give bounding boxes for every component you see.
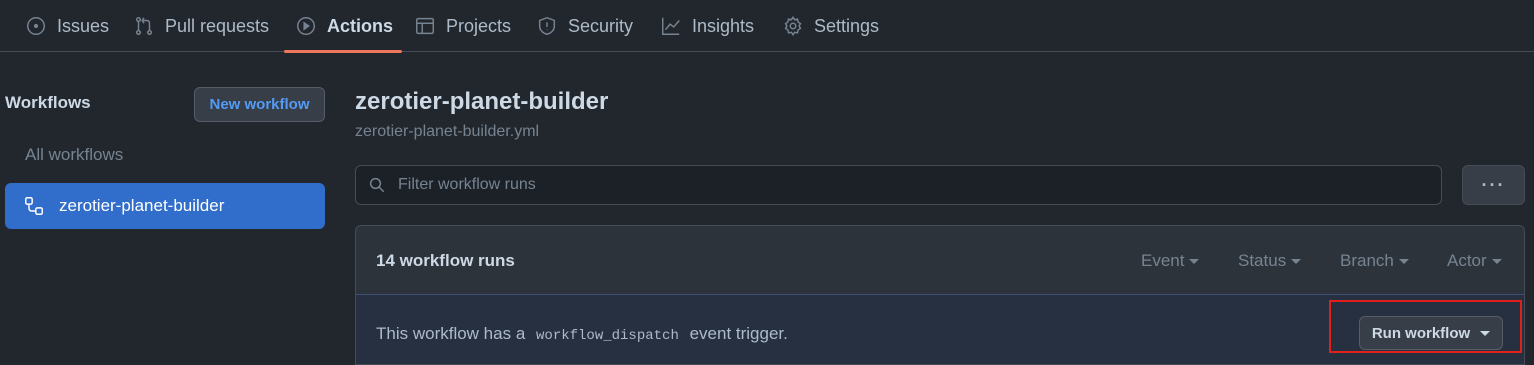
tab-label: Insights bbox=[692, 15, 755, 36]
runs-count: 14 workflow runs bbox=[376, 251, 515, 270]
tab-security[interactable]: Security bbox=[536, 0, 633, 52]
dispatch-message: This workflow has a workflow_dispatch ev… bbox=[376, 324, 788, 344]
workflow-icon bbox=[25, 197, 43, 215]
tab-label: Projects bbox=[446, 15, 512, 36]
more-options-button[interactable]: ··· bbox=[1462, 165, 1525, 205]
tab-insights[interactable]: Insights bbox=[660, 0, 754, 52]
chevron-down-icon bbox=[1480, 330, 1491, 336]
tab-settings[interactable]: Settings bbox=[782, 0, 879, 52]
filter-workflow-runs[interactable] bbox=[355, 165, 1442, 205]
pull-request-icon bbox=[135, 17, 153, 35]
tab-label: Actions bbox=[327, 15, 394, 36]
search-icon bbox=[369, 177, 385, 193]
actor-filter-dropdown[interactable]: Actor bbox=[1447, 251, 1502, 271]
gear-icon bbox=[784, 16, 802, 36]
active-tab-underline bbox=[284, 50, 403, 53]
sidebar-item-all-workflows[interactable]: All workflows bbox=[25, 145, 123, 165]
runs-header: 14 workflow runs Event Status Branch Act… bbox=[356, 226, 1524, 294]
tab-label: Issues bbox=[57, 15, 110, 36]
page-title: zerotier-planet-builder bbox=[355, 88, 609, 115]
tab-label: Security bbox=[568, 15, 634, 36]
dispatch-banner: This workflow has a workflow_dispatch ev… bbox=[356, 294, 1524, 364]
sidebar-title: Workflows bbox=[5, 93, 91, 112]
workflow-file-link[interactable]: zerotier-planet-builder.yml bbox=[355, 123, 539, 141]
filter-label: Status bbox=[1238, 251, 1287, 270]
graph-icon bbox=[662, 17, 680, 35]
shield-icon bbox=[538, 16, 556, 36]
play-icon bbox=[297, 17, 315, 35]
tab-actions[interactable]: Actions bbox=[284, 0, 403, 53]
dispatch-code: workflow_dispatch bbox=[536, 328, 679, 344]
tab-issues[interactable]: Issues bbox=[25, 0, 109, 52]
repo-nav: Issues Pull requests Actions Projects Se… bbox=[0, 0, 1534, 53]
tab-projects[interactable]: Projects bbox=[414, 0, 511, 52]
new-workflow-button[interactable]: New workflow bbox=[194, 87, 325, 122]
branch-filter-dropdown[interactable]: Branch bbox=[1340, 251, 1409, 271]
chevron-down-icon bbox=[1398, 259, 1409, 265]
filter-label: Event bbox=[1141, 251, 1185, 270]
tab-label: Pull requests bbox=[165, 15, 270, 36]
chevron-down-icon bbox=[1291, 259, 1302, 265]
table-icon bbox=[416, 17, 434, 35]
filter-label: Branch bbox=[1340, 251, 1394, 270]
sidebar-item-zerotier-planet-builder[interactable]: zerotier-planet-builder bbox=[5, 183, 325, 229]
filter-label: Actor bbox=[1447, 251, 1487, 270]
workflow-runs-panel: 14 workflow runs Event Status Branch Act… bbox=[355, 225, 1525, 365]
chevron-down-icon bbox=[1491, 259, 1502, 265]
tab-pull-requests[interactable]: Pull requests bbox=[133, 0, 269, 52]
run-workflow-label: Run workflow bbox=[1371, 324, 1471, 342]
chevron-down-icon bbox=[1189, 259, 1200, 265]
tab-label: Settings bbox=[814, 15, 880, 36]
dispatch-suffix: event trigger. bbox=[689, 324, 788, 343]
run-workflow-button[interactable]: Run workflow bbox=[1359, 316, 1503, 350]
dispatch-prefix: This workflow has a bbox=[376, 324, 526, 343]
filter-input[interactable] bbox=[396, 175, 1396, 195]
issue-circle-icon bbox=[27, 17, 45, 35]
sidebar-item-label: zerotier-planet-builder bbox=[59, 196, 225, 215]
status-filter-dropdown[interactable]: Status bbox=[1238, 251, 1302, 271]
event-filter-dropdown[interactable]: Event bbox=[1141, 251, 1200, 271]
